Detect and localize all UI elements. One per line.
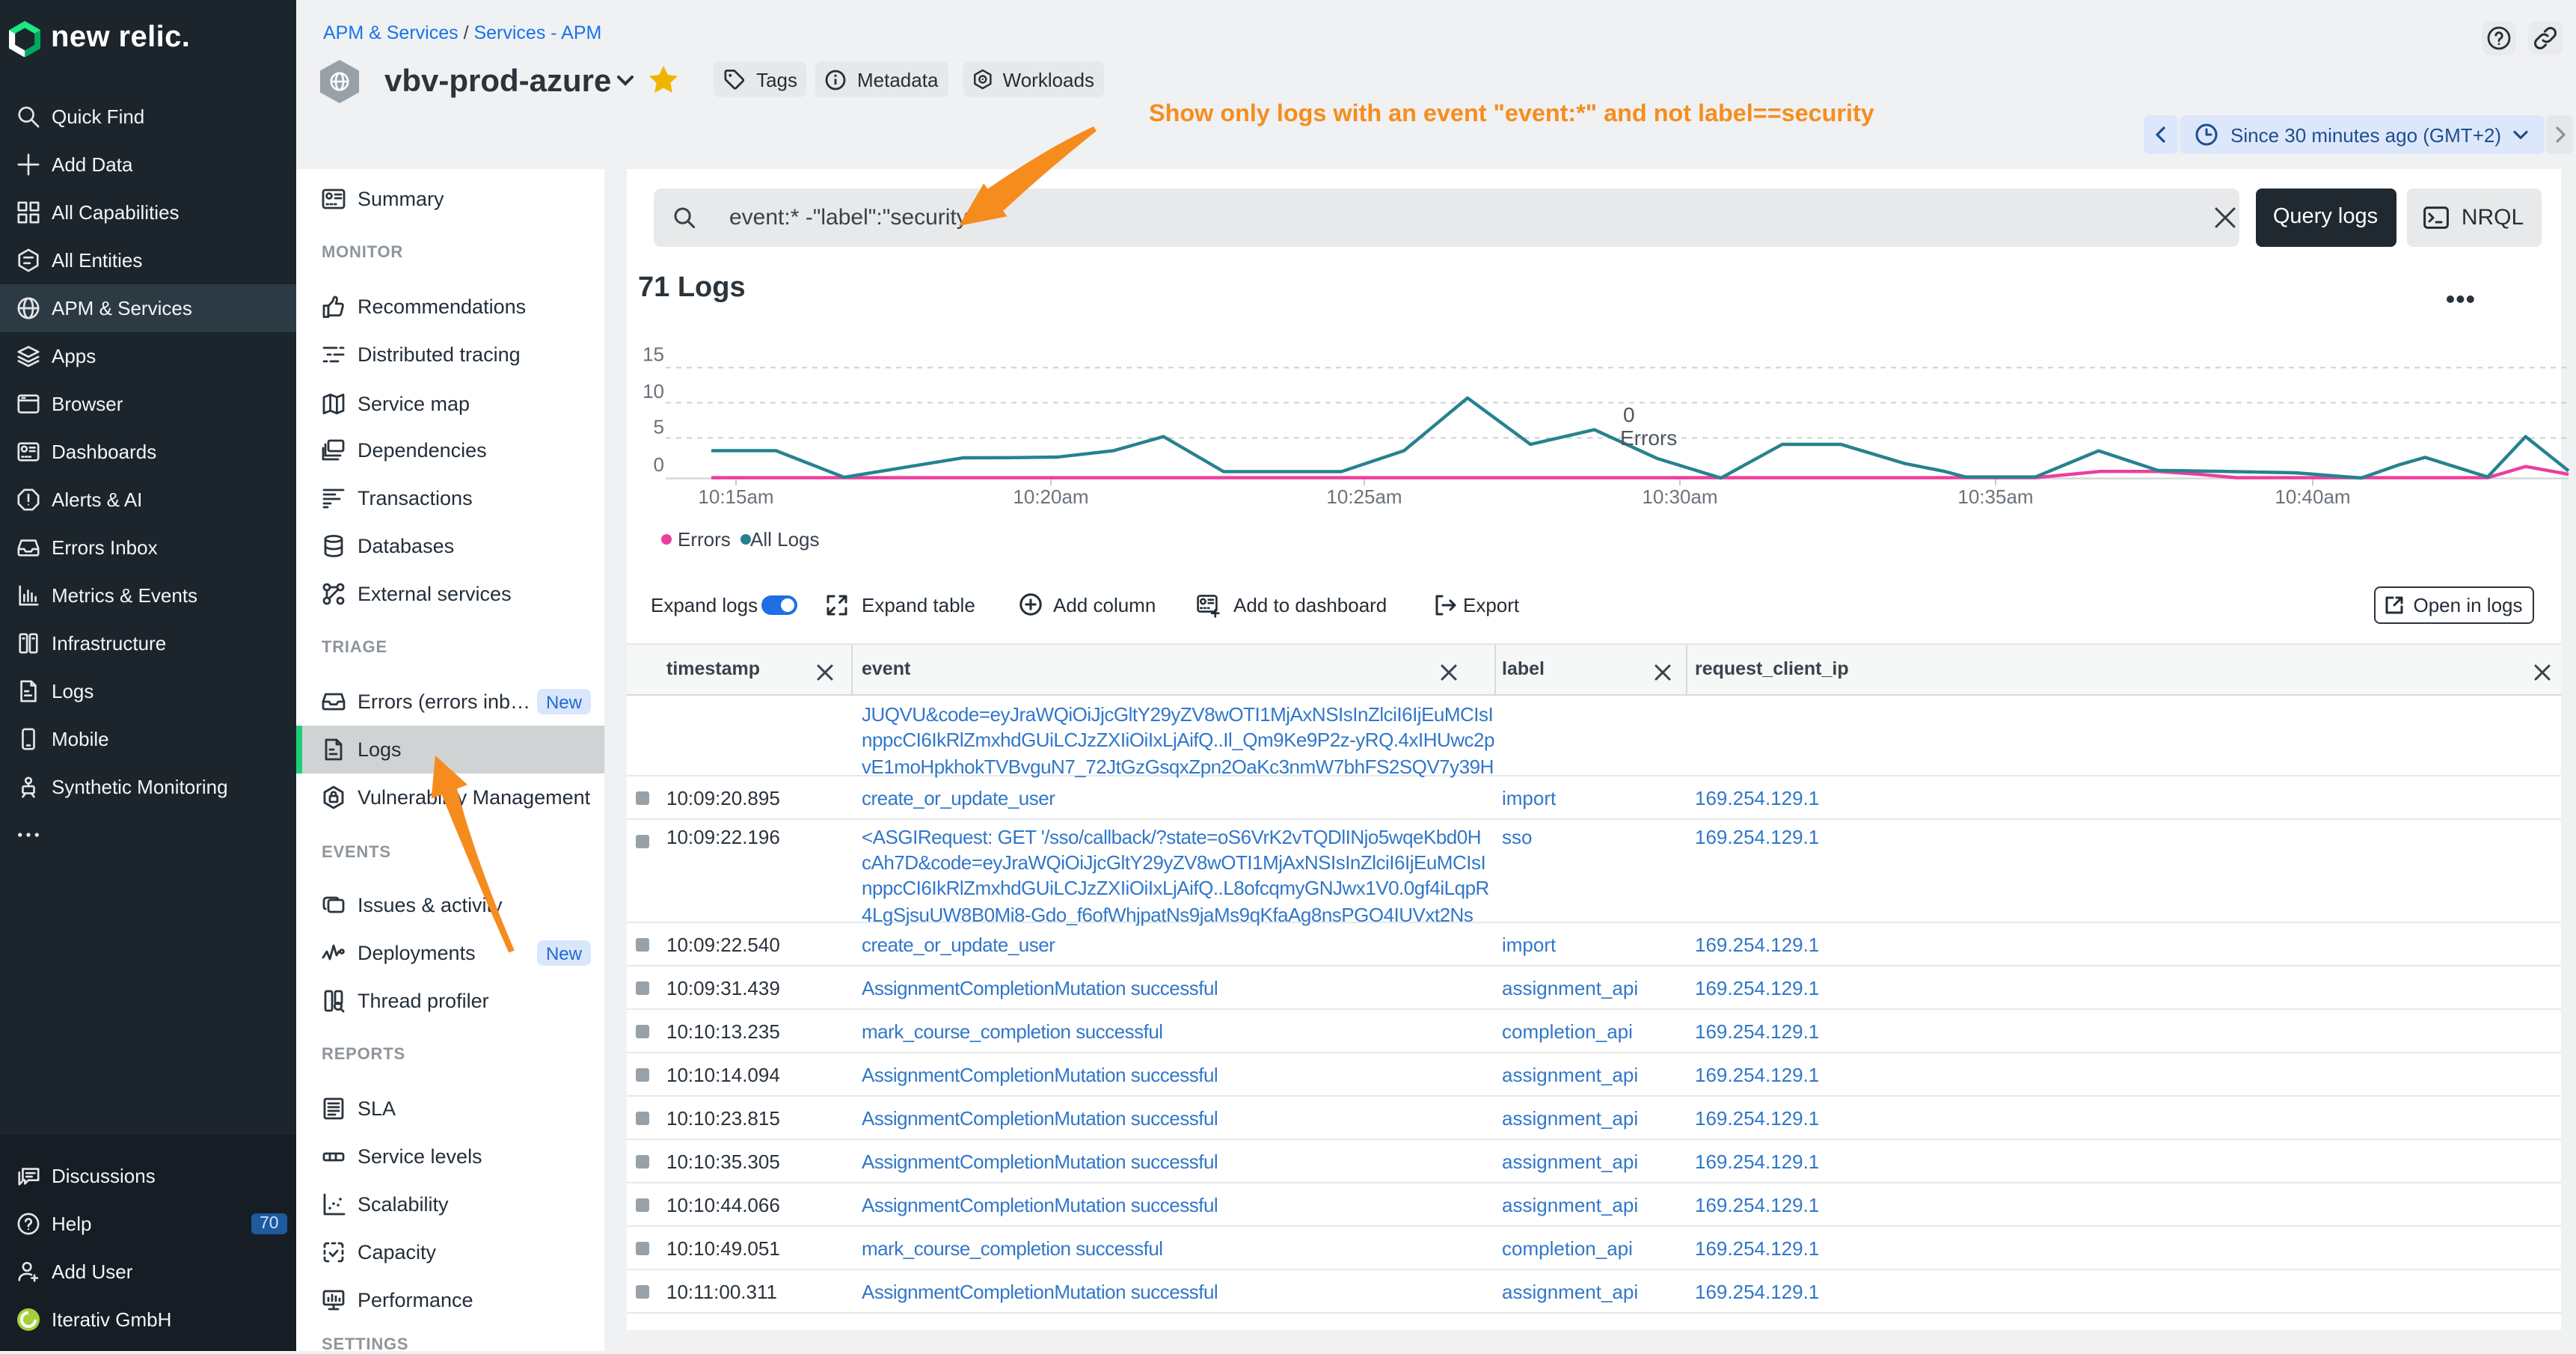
svg-text:10:40am: 10:40am — [2275, 485, 2350, 507]
svg-text:10:15am: 10:15am — [698, 485, 773, 507]
svg-text:10:30am: 10:30am — [1642, 485, 1717, 507]
svg-text:10: 10 — [643, 379, 664, 402]
svg-text:10:25am: 10:25am — [1326, 485, 1402, 507]
svg-text:5: 5 — [654, 415, 664, 438]
svg-text:10:20am: 10:20am — [1013, 485, 1088, 507]
svg-text:0: 0 — [1623, 402, 1635, 426]
svg-text:0: 0 — [654, 453, 664, 475]
svg-text:15: 15 — [643, 342, 664, 364]
svg-text:10:35am: 10:35am — [1957, 485, 2033, 507]
svg-text:Errors: Errors — [1620, 426, 1677, 449]
